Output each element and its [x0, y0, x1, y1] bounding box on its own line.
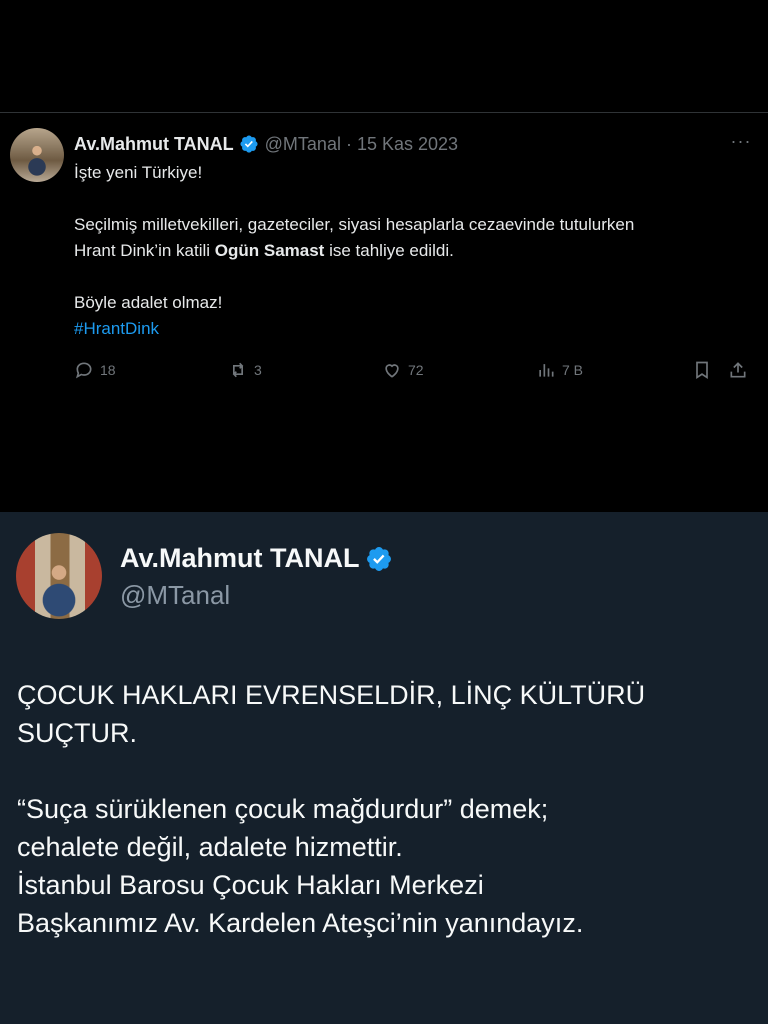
card-line: İstanbul Barosu Çocuk Hakları Merkezi [17, 870, 484, 900]
tweet-line: Hrant Dink’in katili Ogün Samast ise tah… [74, 238, 754, 264]
tweet-bold-name: Ogün Samast [214, 241, 325, 260]
reply-count: 18 [100, 362, 116, 378]
card-line: SUÇTUR. [17, 718, 137, 748]
card-line: Başkanımız Av. Kardelen Ateşci’nin yanın… [17, 908, 584, 938]
more-icon[interactable]: ··· [726, 132, 756, 154]
share-icon [730, 362, 746, 378]
views-count: 7 B [562, 362, 584, 378]
like-count: 72 [408, 362, 424, 378]
avatar[interactable] [10, 128, 64, 182]
hashtag-link[interactable]: #HrantDink [74, 319, 159, 338]
bookmark-icon [696, 361, 708, 380]
tweet-handle[interactable]: @MTanal [265, 134, 341, 155]
tweet-date[interactable]: 15 Kas 2023 [357, 134, 458, 155]
card-line: ÇOCUK HAKLARI EVRENSELDİR, LİNÇ KÜLTÜRÜ [17, 680, 646, 710]
share-button[interactable] [728, 360, 754, 380]
card-line: “Suça sürüklenen çocuk mağdurdur” demek; [17, 794, 549, 824]
like-button[interactable]: 72 [382, 360, 424, 380]
tweet-actions: 18 3 72 7 B [74, 360, 754, 386]
tweet-separator: · [345, 133, 352, 154]
tweet-line: Seçilmiş milletvekilleri, gazeteciler, s… [74, 215, 635, 234]
card-author-name[interactable]: Av.Mahmut TANAL [120, 543, 359, 574]
tweet-author-name[interactable]: Av.Mahmut TANAL [74, 134, 234, 155]
card-handle[interactable]: @MTanal [120, 580, 230, 611]
tweet-line-suffix: ise tahliye edildi. [324, 241, 454, 260]
like-icon [385, 364, 399, 378]
repost-icon [232, 362, 244, 378]
tweet-line: Böyle adalet olmaz! [74, 293, 223, 312]
card-text: ÇOCUK HAKLARI EVRENSELDİR, LİNÇ KÜLTÜRÜ … [17, 676, 757, 942]
verified-badge-icon [367, 546, 392, 571]
repost-count: 3 [254, 362, 262, 378]
views-icon [539, 364, 554, 377]
bookmark-button[interactable] [692, 360, 718, 380]
verified-badge-icon [240, 135, 258, 153]
avatar[interactable] [16, 533, 102, 619]
reply-icon [75, 362, 92, 379]
repost-button[interactable]: 3 [228, 360, 262, 380]
tweet-line: İşte yeni Türkiye! [74, 163, 203, 182]
tweet-line-prefix: Hrant Dink’in katili [74, 241, 215, 260]
card-line: cehalete değil, adalete hizmettir. [17, 832, 403, 862]
card-author: Av.Mahmut TANAL [120, 543, 393, 574]
views-button[interactable]: 7 B [536, 360, 583, 380]
tweet-header: Av.Mahmut TANAL @MTanal · 15 Kas 2023 [74, 130, 734, 158]
tweet-text: İşte yeni Türkiye! Seçilmiş milletvekill… [74, 160, 754, 342]
reply-button[interactable]: 18 [74, 360, 116, 380]
